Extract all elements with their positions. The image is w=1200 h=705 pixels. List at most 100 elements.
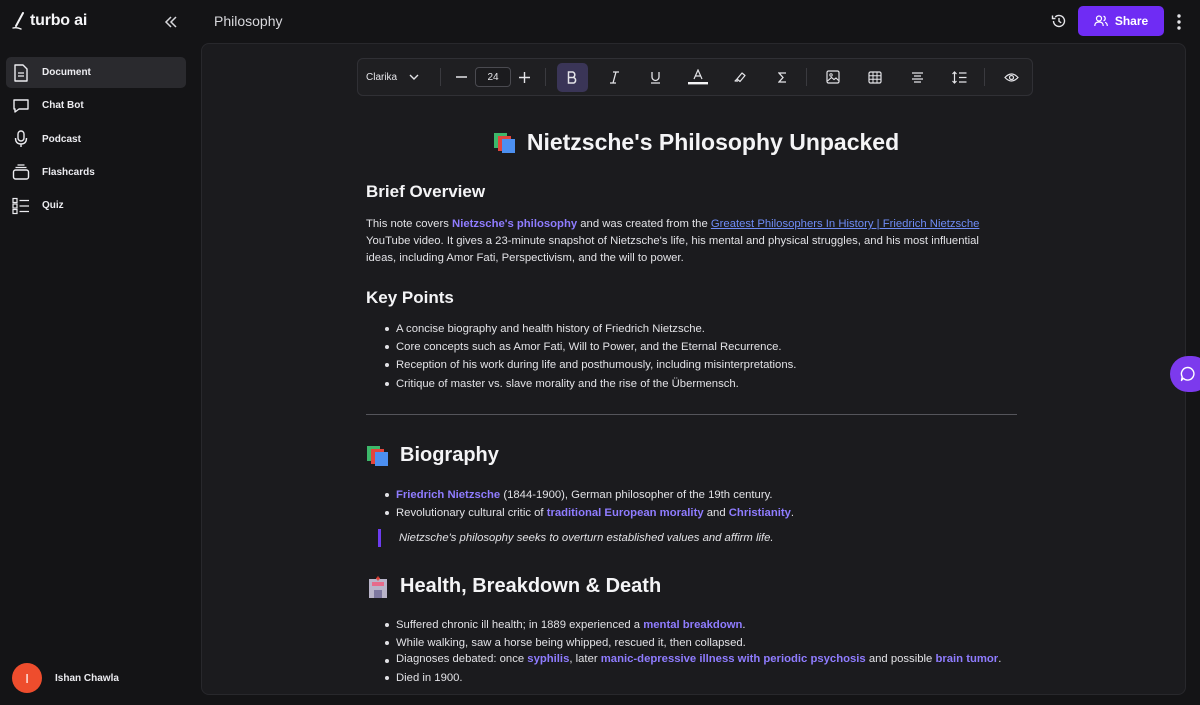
books-icon bbox=[367, 445, 388, 466]
list-item: Suffered chronic ill health; in 1889 exp… bbox=[384, 616, 1004, 634]
more-options-button[interactable] bbox=[1172, 11, 1186, 33]
text-run: . bbox=[790, 507, 795, 520]
sidebar-item-label: Podcast bbox=[42, 133, 81, 145]
turbo-pen-icon bbox=[12, 12, 24, 30]
insert-image-button[interactable] bbox=[822, 59, 844, 95]
brand-name: turbo ai bbox=[30, 12, 88, 29]
text-color-button[interactable] bbox=[686, 59, 710, 95]
line-spacing-button[interactable] bbox=[948, 59, 970, 95]
italic-icon bbox=[609, 70, 619, 84]
list-item: Revolutionary cultural critic of traditi… bbox=[384, 504, 1004, 522]
font-size-input[interactable] bbox=[475, 67, 511, 87]
sidebar-item-podcast[interactable]: Podcast bbox=[6, 124, 186, 155]
heading-health: Health, Breakdown & Death bbox=[366, 575, 661, 598]
chat-bubble-icon bbox=[12, 97, 30, 115]
font-family-select[interactable]: Clarika bbox=[366, 59, 426, 95]
list-item: While walking, saw a horse being whipped… bbox=[384, 634, 1004, 652]
sidebar-item-flashcards[interactable]: Flashcards bbox=[6, 157, 186, 188]
italic-button[interactable] bbox=[602, 59, 626, 95]
text-run: , later bbox=[569, 653, 601, 666]
heading-text: Health, Breakdown & Death bbox=[400, 575, 662, 597]
sidebar-item-label: Flashcards bbox=[42, 166, 95, 178]
increase-font-size-button[interactable] bbox=[516, 59, 532, 95]
bold-button[interactable] bbox=[557, 63, 588, 92]
text-run: Suffered chronic ill health; in 1889 exp… bbox=[396, 619, 644, 631]
text-run: Revolutionary cultural critic of bbox=[396, 507, 547, 520]
toolbar-divider bbox=[806, 68, 807, 86]
brand-logo[interactable]: turbo ai bbox=[12, 12, 87, 30]
double-chevron-left-icon bbox=[164, 16, 177, 28]
open-chat-button[interactable] bbox=[1170, 356, 1200, 392]
document-icon bbox=[12, 63, 30, 82]
preview-eye-icon bbox=[1003, 72, 1019, 82]
sidebar: turbo ai Document Chat Bot Podcast Flash… bbox=[0, 0, 193, 705]
highlighted-term: mental breakdown bbox=[643, 619, 743, 631]
highlighted-term: traditional European morality bbox=[546, 507, 704, 520]
hospital-icon bbox=[369, 576, 387, 598]
document-panel: Clarika 24 Nietzsche's Philosophy Unpack… bbox=[201, 43, 1186, 695]
user-profile[interactable]: I Ishan Chawla bbox=[12, 663, 119, 693]
underline-button[interactable] bbox=[643, 59, 667, 95]
share-button[interactable]: Share bbox=[1078, 6, 1164, 36]
line-spacing-icon bbox=[951, 70, 966, 84]
blockquote: Nietzsche's philosophy seeks to overturn… bbox=[378, 529, 774, 547]
collapse-sidebar-button[interactable] bbox=[160, 12, 182, 32]
font-family-value: Clarika bbox=[366, 71, 398, 83]
overview-paragraph: This note covers Nietzsche's philosophy … bbox=[366, 216, 1006, 267]
vertical-ellipsis-icon bbox=[1177, 14, 1181, 30]
sidebar-item-chat-bot[interactable]: Chat Bot bbox=[6, 90, 186, 121]
bold-icon bbox=[567, 71, 577, 84]
table-icon bbox=[868, 70, 882, 84]
horizontal-rule bbox=[366, 414, 1017, 415]
sidebar-item-label: Chat Bot bbox=[42, 100, 84, 112]
history-button[interactable] bbox=[1049, 11, 1069, 31]
chat-bubble-icon bbox=[1180, 366, 1195, 382]
heading-key-points: Key Points bbox=[366, 288, 454, 307]
text-align-button[interactable] bbox=[906, 59, 928, 95]
text-run: and possible bbox=[865, 653, 936, 666]
toolbar-divider bbox=[545, 68, 546, 86]
text-run: and bbox=[703, 507, 729, 520]
sidebar-item-label: Quiz bbox=[42, 200, 64, 212]
preview-button[interactable] bbox=[1000, 59, 1022, 95]
sidebar-item-document[interactable]: Document bbox=[6, 57, 186, 88]
avatar: I bbox=[12, 663, 42, 693]
sidebar-item-quiz[interactable]: Quiz bbox=[6, 190, 186, 221]
biography-list: Friedrich Nietzsche (1844-1900), German … bbox=[384, 486, 1004, 522]
decrease-font-size-button[interactable] bbox=[453, 59, 469, 95]
list-item: Died in 1900. bbox=[384, 669, 1004, 687]
top-bar: Philosophy Share bbox=[193, 0, 1200, 42]
flashcards-icon bbox=[12, 163, 30, 181]
list-item: Diagnoses debated: once syphilis, later … bbox=[384, 652, 1004, 669]
heading-brief-overview: Brief Overview bbox=[366, 182, 486, 201]
align-icon bbox=[911, 71, 923, 83]
list-item: Core concepts such as Amor Fati, Will to… bbox=[384, 338, 1004, 356]
minus-icon bbox=[455, 76, 467, 78]
text-run: This note covers bbox=[366, 218, 453, 230]
list-item: A concise biography and health history o… bbox=[384, 320, 1004, 338]
sidebar-item-label: Document bbox=[42, 67, 91, 78]
highlighter-icon bbox=[733, 72, 746, 83]
text-color-icon bbox=[688, 69, 708, 85]
sigma-icon bbox=[777, 71, 786, 83]
highlight-button[interactable] bbox=[729, 59, 751, 95]
highlighted-term: syphilis bbox=[527, 653, 570, 666]
chevron-down-icon bbox=[409, 74, 419, 80]
source-video-link[interactable]: Greatest Philosophers In History | Fried… bbox=[711, 218, 980, 230]
formatting-toolbar: Clarika bbox=[357, 58, 1033, 96]
equation-button[interactable] bbox=[771, 59, 793, 95]
sidebar-nav: Document Chat Bot Podcast Flashcards Qui… bbox=[6, 57, 186, 223]
share-label: Share bbox=[1114, 14, 1149, 28]
highlighted-term: Nietzsche's philosophy bbox=[452, 218, 578, 230]
list-item: Friedrich Nietzsche (1844-1900), German … bbox=[384, 486, 1004, 504]
user-name: Ishan Chawla bbox=[55, 672, 119, 684]
highlighted-term: Friedrich Nietzsche bbox=[396, 489, 501, 501]
plus-icon bbox=[518, 71, 530, 83]
users-icon bbox=[1094, 15, 1108, 27]
heading-biography: Biography bbox=[366, 444, 499, 467]
books-icon bbox=[493, 132, 515, 153]
insert-table-button[interactable] bbox=[864, 59, 886, 95]
document-title-text: Nietzsche's Philosophy Unpacked bbox=[526, 129, 900, 155]
text-run: . bbox=[742, 619, 746, 631]
toolbar-divider bbox=[440, 68, 441, 86]
